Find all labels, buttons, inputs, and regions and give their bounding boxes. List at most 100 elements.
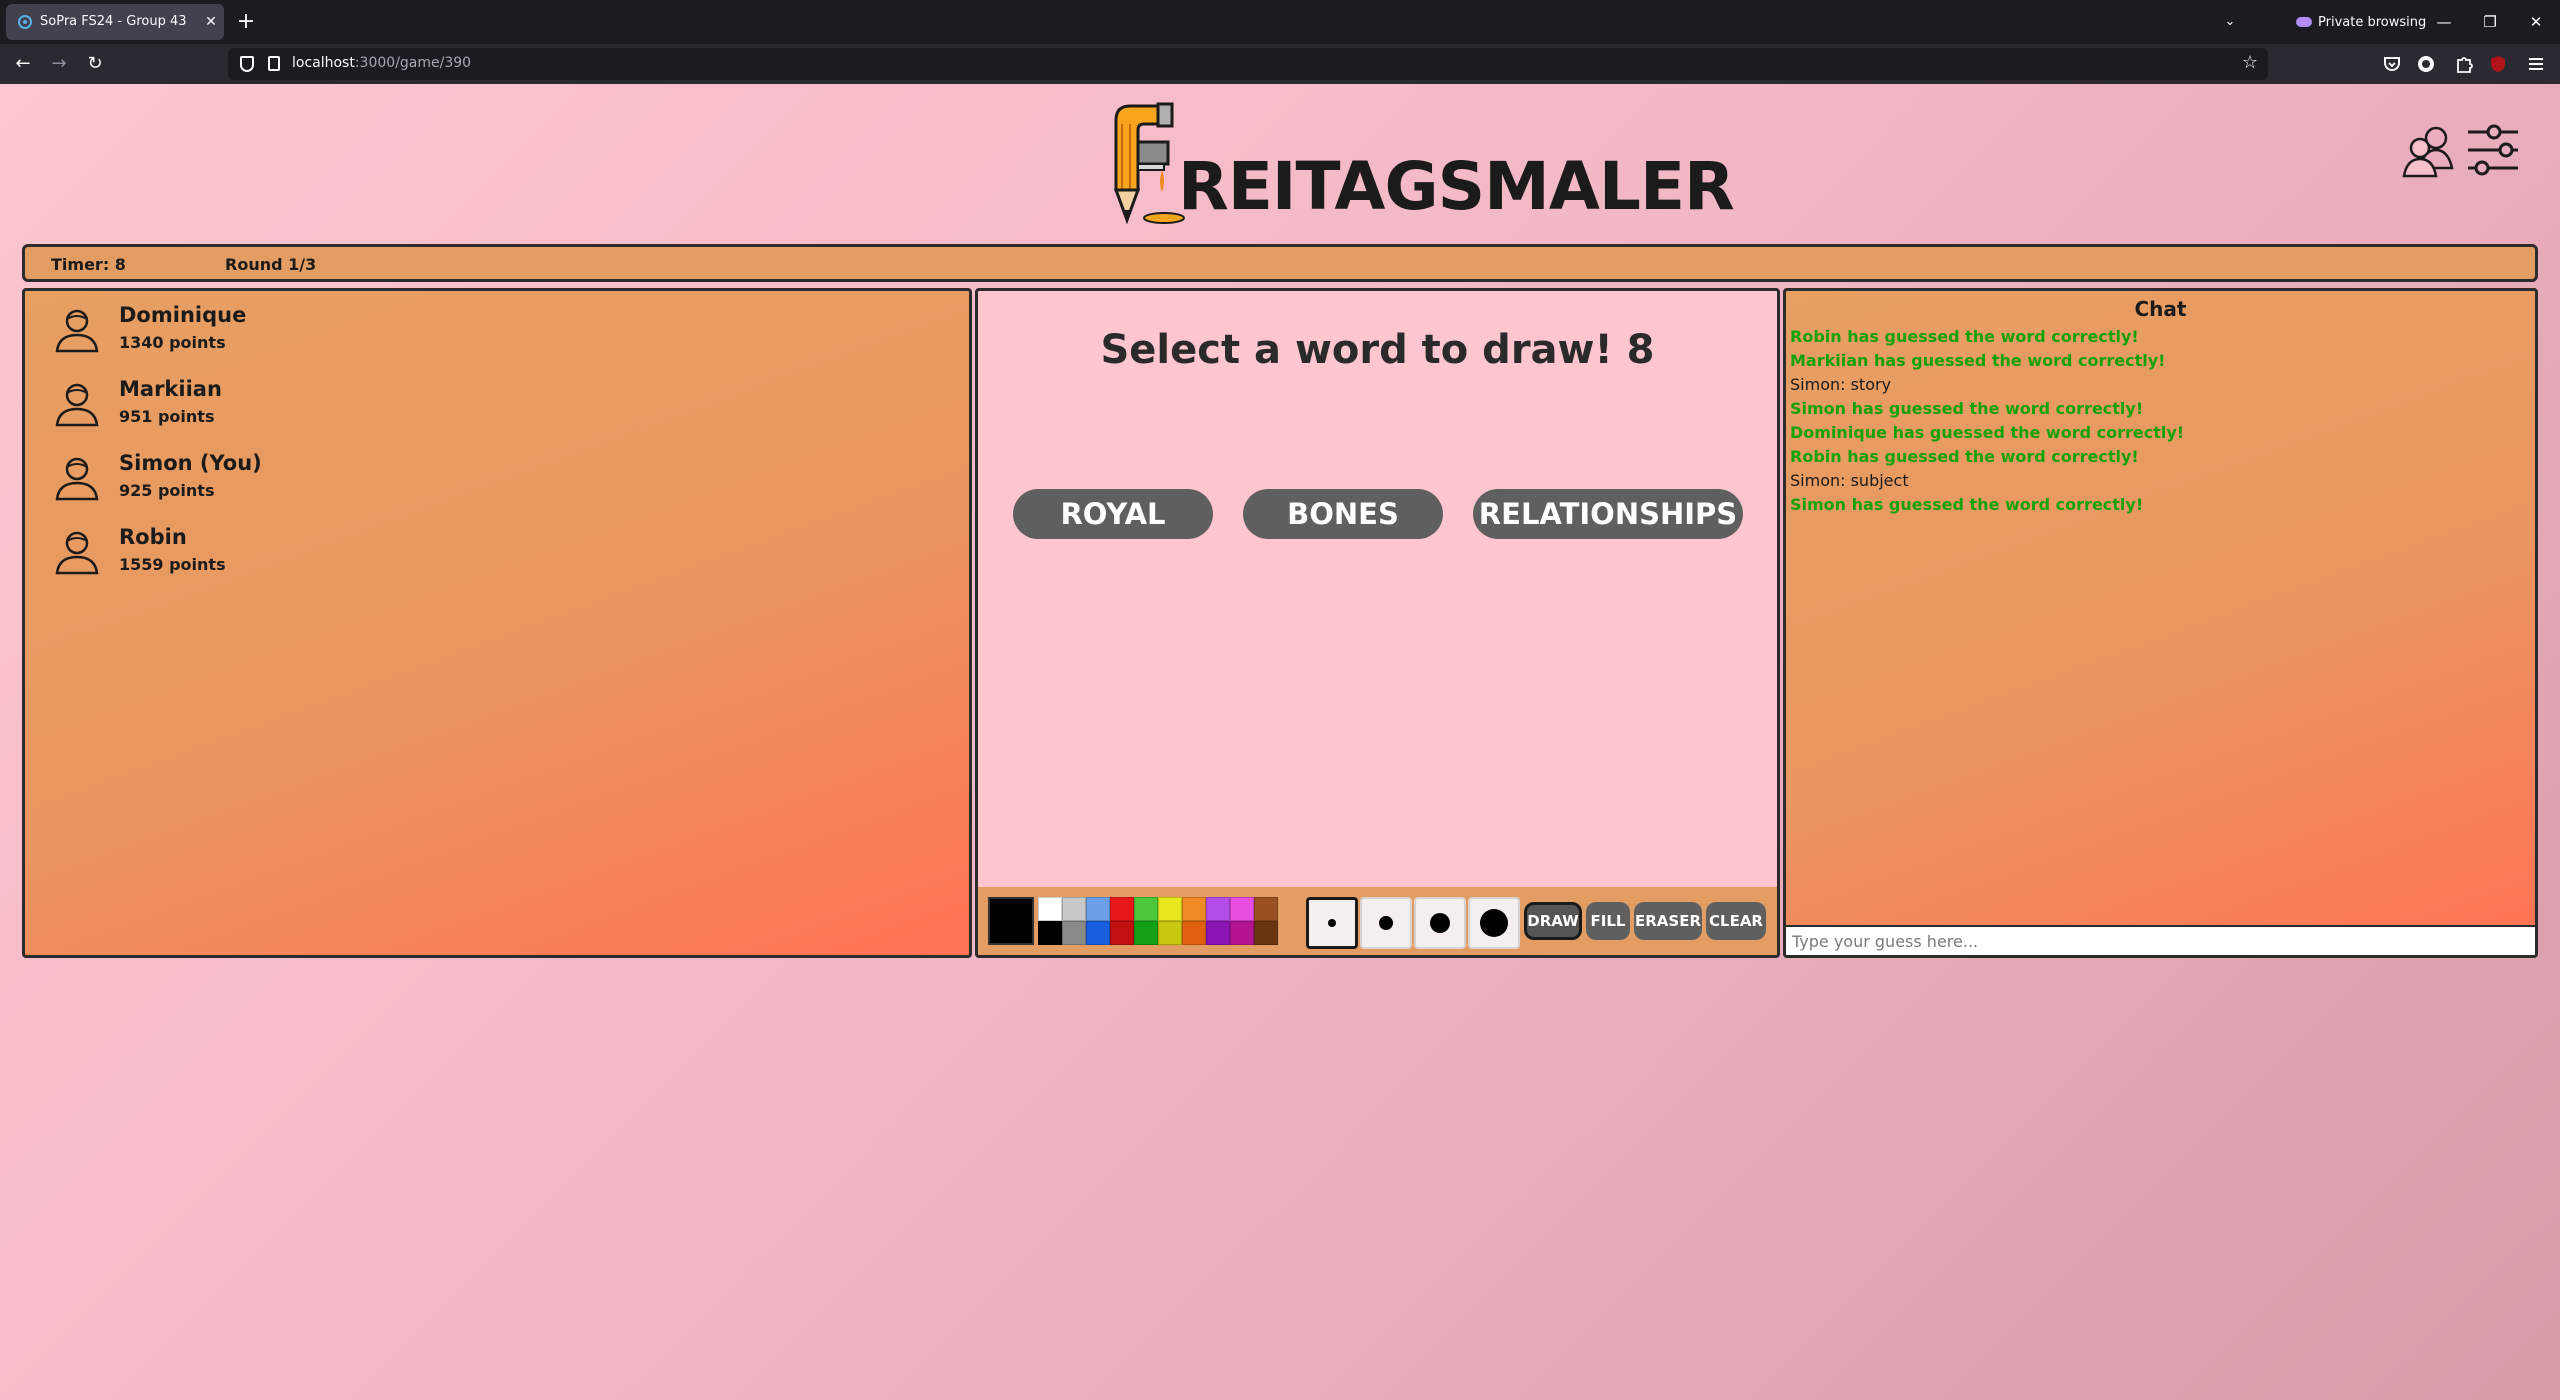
freitagsmaler-logo: REITAGSMALER xyxy=(1108,100,1735,230)
chat-message: Markiian has guessed the word correctly! xyxy=(1790,351,2166,370)
color-swatch[interactable] xyxy=(1254,897,1278,921)
color-swatch[interactable] xyxy=(1254,921,1278,945)
react-icon xyxy=(18,15,32,29)
guess-input[interactable] xyxy=(1786,925,2535,955)
player-points: 951 points xyxy=(119,407,215,426)
close-window-button[interactable]: ✕ xyxy=(2524,10,2548,34)
players-panel: Dominique 1340 points Markiian 951 point… xyxy=(22,288,972,958)
color-swatch[interactable] xyxy=(1086,921,1110,945)
player-name: Dominique xyxy=(119,303,247,327)
back-arrow-icon[interactable]: ← xyxy=(10,52,36,76)
settings-sliders-icon[interactable] xyxy=(2466,122,2520,178)
draw-tool-button[interactable]: DRAW xyxy=(1524,902,1582,940)
player-name: Markiian xyxy=(119,377,222,401)
color-swatch[interactable] xyxy=(1230,921,1254,945)
ublock-icon[interactable] xyxy=(2488,54,2508,74)
reload-icon[interactable]: ↻ xyxy=(82,52,108,76)
account-icon[interactable] xyxy=(2416,54,2436,74)
player-points: 1340 points xyxy=(119,333,226,352)
chat-message: Dominique has guessed the word correctly… xyxy=(1790,423,2185,442)
color-swatch[interactable] xyxy=(1158,897,1182,921)
brush-dot-icon xyxy=(1379,916,1393,930)
color-swatch[interactable] xyxy=(1062,921,1086,945)
chat-message: Simon has guessed the word correctly! xyxy=(1790,495,2144,514)
extensions-icon[interactable] xyxy=(2454,54,2474,74)
url-bar[interactable]: localhost:3000/game/390 ☆ xyxy=(228,48,2268,80)
drawing-board[interactable]: Select a word to draw! 8 ROYAL BONES REL… xyxy=(975,288,1780,958)
bookmark-star-icon[interactable]: ☆ xyxy=(2242,52,2258,73)
round-label: Round 1/3 xyxy=(225,255,317,274)
chat-message: Robin has guessed the word correctly! xyxy=(1790,327,2139,346)
color-swatch[interactable] xyxy=(1158,921,1182,945)
color-swatch[interactable] xyxy=(1182,897,1206,921)
forward-arrow-icon[interactable]: → xyxy=(46,52,72,76)
fill-tool-button[interactable]: FILL xyxy=(1586,902,1630,940)
word-option-relationships[interactable]: RELATIONSHIPS xyxy=(1473,489,1743,539)
users-icon[interactable] xyxy=(2402,124,2456,180)
browser-navbar: ← → ↻ localhost:3000/game/390 ☆ xyxy=(0,44,2560,84)
timer-label: Timer: 8 xyxy=(51,255,126,274)
chat-title: Chat xyxy=(2134,297,2187,321)
private-mask-icon xyxy=(2296,17,2312,27)
chat-panel: Chat Robin has guessed the word correctl… xyxy=(1783,288,2538,958)
color-swatch[interactable] xyxy=(1110,921,1134,945)
private-browsing-indicator: Private browsing xyxy=(2296,12,2426,32)
player-avatar-icon xyxy=(55,383,99,427)
color-swatch[interactable] xyxy=(1134,921,1158,945)
game-page: REITAGSMALER Timer: 8 Round 1/3 Dominiqu… xyxy=(0,84,2560,1400)
word-option-bones[interactable]: BONES xyxy=(1243,489,1443,539)
color-swatch[interactable] xyxy=(1206,897,1230,921)
clear-tool-button[interactable]: CLEAR xyxy=(1706,902,1766,940)
brush-size-xlarge[interactable] xyxy=(1468,897,1520,949)
color-swatch[interactable] xyxy=(1038,921,1062,945)
player-name: Robin xyxy=(119,525,187,549)
tab-title: SoPra FS24 - Group 43 xyxy=(40,14,187,29)
brush-size-small[interactable] xyxy=(1306,897,1358,949)
shield-icon[interactable] xyxy=(240,56,254,72)
brush-size-medium[interactable] xyxy=(1360,897,1412,949)
color-swatch[interactable] xyxy=(1206,921,1230,945)
brush-dot-icon xyxy=(1430,913,1450,933)
color-swatch[interactable] xyxy=(1230,897,1254,921)
color-swatch[interactable] xyxy=(1062,897,1086,921)
close-tab-icon[interactable]: ✕ xyxy=(202,10,220,34)
brush-size-large[interactable] xyxy=(1414,897,1466,949)
chat-message: Simon has guessed the word correctly! xyxy=(1790,399,2144,418)
player-name: Simon (You) xyxy=(119,451,262,475)
word-option-royal[interactable]: ROYAL xyxy=(1013,489,1213,539)
page-info-icon[interactable] xyxy=(268,56,280,71)
eraser-tool-button[interactable]: ERASER xyxy=(1634,902,1702,940)
word-selection-title: Select a word to draw! 8 xyxy=(1100,327,1655,373)
player-avatar-icon xyxy=(55,309,99,353)
player-points: 925 points xyxy=(119,481,215,500)
drawing-toolbar: DRAW FILL ERASER CLEAR xyxy=(978,887,1777,955)
minimize-button[interactable]: — xyxy=(2432,10,2456,34)
player-card: Markiian 951 points xyxy=(55,377,455,437)
game-info-bar: Timer: 8 Round 1/3 xyxy=(22,244,2538,282)
pocket-icon[interactable] xyxy=(2382,54,2402,74)
player-avatar-icon xyxy=(55,457,99,501)
player-avatar-icon xyxy=(55,531,99,575)
browser-tab[interactable]: SoPra FS24 - Group 43 ✕ xyxy=(6,4,224,40)
url-text[interactable]: localhost:3000/game/390 xyxy=(292,55,471,71)
color-palette xyxy=(1038,897,1278,945)
color-swatch[interactable] xyxy=(1110,897,1134,921)
player-points: 1559 points xyxy=(119,555,226,574)
color-swatch[interactable] xyxy=(1086,897,1110,921)
restore-button[interactable]: ❐ xyxy=(2478,10,2502,34)
brush-dot-icon xyxy=(1480,909,1508,937)
current-color-swatch xyxy=(988,897,1034,945)
chevron-down-icon[interactable]: ⌄ xyxy=(2220,12,2240,32)
player-card: Simon (You) 925 points xyxy=(55,451,455,511)
new-tab-button[interactable]: + xyxy=(236,8,256,36)
player-card: Dominique 1340 points xyxy=(55,303,455,363)
color-swatch[interactable] xyxy=(1182,921,1206,945)
browser-tabstrip: SoPra FS24 - Group 43 ✕ + ⌄ Private brow… xyxy=(0,0,2560,44)
menu-icon[interactable] xyxy=(2526,54,2546,74)
brush-dot-icon xyxy=(1328,919,1336,927)
color-swatch[interactable] xyxy=(1038,897,1062,921)
color-swatch[interactable] xyxy=(1134,897,1158,921)
chat-message: Simon: subject xyxy=(1790,471,1909,490)
logo-text: REITAGSMALER xyxy=(1178,148,1735,225)
chat-message: Simon: story xyxy=(1790,375,1892,394)
